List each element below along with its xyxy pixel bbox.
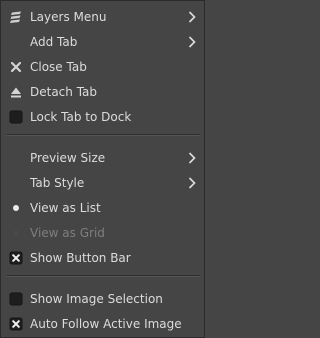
submenu-arrow-icon bbox=[187, 11, 197, 23]
menu-item-tab-style[interactable]: Tab Style bbox=[1, 171, 204, 195]
menu-item-label: Layers Menu bbox=[30, 10, 107, 24]
menu-item-label: Add Tab bbox=[30, 35, 78, 49]
menu-item-show-button-bar[interactable]: Show Button Bar bbox=[1, 246, 204, 270]
radio-selected-icon bbox=[9, 201, 23, 215]
menu-item-label: Close Tab bbox=[30, 60, 87, 74]
menu-item-label: Show Image Selection bbox=[30, 292, 163, 306]
close-icon bbox=[9, 60, 23, 74]
menu-item-auto-follow-active-image[interactable]: Auto Follow Active Image bbox=[1, 312, 204, 336]
menu-item-close-tab[interactable]: Close Tab bbox=[1, 55, 204, 79]
checkbox-unchecked-icon bbox=[9, 292, 23, 306]
menu-separator bbox=[7, 134, 200, 136]
menu-separator bbox=[7, 275, 200, 277]
checkbox-unchecked-icon bbox=[9, 110, 23, 124]
menu-item-label: Show Button Bar bbox=[30, 251, 131, 265]
menu-item-add-tab[interactable]: Add Tab bbox=[1, 30, 204, 54]
menu-item-preview-size[interactable]: Preview Size bbox=[1, 146, 204, 170]
submenu-arrow-icon bbox=[187, 177, 197, 189]
menu-item-label: Detach Tab bbox=[30, 85, 98, 99]
menu-item-label: View as Grid bbox=[30, 226, 105, 240]
menu-item-label: Preview Size bbox=[30, 151, 106, 165]
menu-item-label: Tab Style bbox=[30, 176, 85, 190]
menu-item-show-image-selection[interactable]: Show Image Selection bbox=[1, 287, 204, 311]
menu-item-view-as-grid[interactable]: View as Grid bbox=[1, 221, 204, 245]
menu-item-detach-tab[interactable]: Detach Tab bbox=[1, 80, 204, 104]
checkbox-checked-icon bbox=[9, 251, 23, 265]
checkbox-checked-icon bbox=[9, 317, 23, 331]
dockable-tab-menu: Layers Menu Add Tab Close Tab Detach Tab bbox=[0, 0, 205, 338]
menu-item-layers-menu[interactable]: Layers Menu bbox=[1, 5, 204, 29]
menu-item-label: Lock Tab to Dock bbox=[30, 110, 132, 124]
radio-unselected-icon bbox=[9, 226, 23, 240]
menu-item-view-as-list[interactable]: View as List bbox=[1, 196, 204, 220]
eject-icon bbox=[9, 85, 23, 99]
layers-menu-icon bbox=[9, 10, 23, 24]
submenu-arrow-icon bbox=[187, 36, 197, 48]
menu-item-label: Auto Follow Active Image bbox=[30, 317, 182, 331]
submenu-arrow-icon bbox=[187, 152, 197, 164]
menu-item-label: View as List bbox=[30, 201, 101, 215]
menu-item-lock-tab-to-dock[interactable]: Lock Tab to Dock bbox=[1, 105, 204, 129]
